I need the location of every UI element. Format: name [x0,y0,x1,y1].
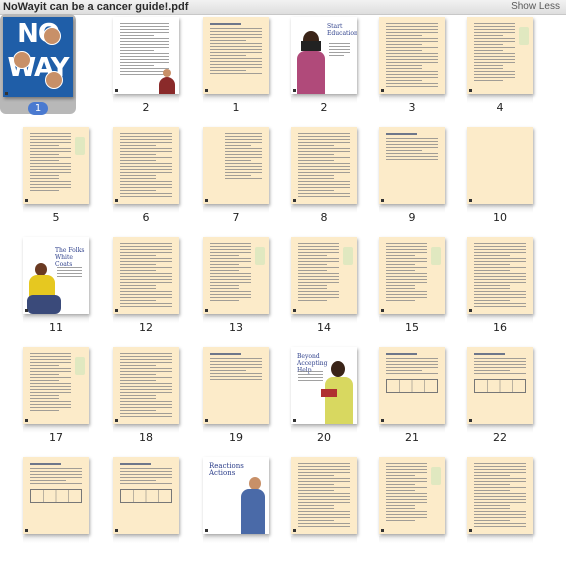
page-thumbnail[interactable]: 1 [180,17,270,127]
page-thumbnail[interactable]: 10 [444,127,534,237]
page-number-label: 8 [320,211,328,224]
page-preview[interactable] [203,127,269,204]
page-thumbnail[interactable]: 3 [356,17,446,127]
page-preview[interactable] [203,237,269,314]
page-thumbnail[interactable] [0,457,90,567]
page-preview[interactable] [113,237,179,314]
page-preview[interactable]: The Folks White Coats [23,237,89,314]
page-preview[interactable] [467,457,533,534]
page-number-label: 14 [317,321,331,334]
page-number-label: 17 [49,431,63,444]
page-thumbnail[interactable]: 21 [356,347,446,457]
page-preview[interactable] [467,17,533,94]
page-preview[interactable] [203,17,269,94]
page-thumbnail[interactable]: Reactions Actions [180,457,270,567]
page-preview[interactable] [23,127,89,204]
page-number-label: 15 [405,321,419,334]
show-less-button[interactable]: Show Less [511,1,560,12]
thumbnail-reflection [113,536,179,543]
page-thumbnail[interactable]: 15 [356,237,446,347]
page-title-folks: The Folks White Coats [55,247,85,268]
page-number-label: 21 [405,431,419,444]
page-thumbnail[interactable]: 19 [180,347,270,457]
page-thumbnail[interactable]: 2 [90,17,180,127]
page-number-label: 2 [320,101,328,114]
page-preview[interactable] [23,347,89,424]
page-thumbnail[interactable]: 9 [356,127,446,237]
page-thumbnail[interactable] [444,457,534,567]
page-number-label: 11 [49,321,63,334]
page-thumbnail[interactable]: 5 [0,127,90,237]
page-number-label: 16 [493,321,507,334]
page-preview[interactable] [23,457,89,534]
page-preview[interactable] [113,457,179,534]
page-thumbnail[interactable] [356,457,446,567]
page-number-label: 5 [52,211,60,224]
document-title: NoWayit can be a cancer guide!.pdf [3,1,189,13]
page-preview[interactable] [113,127,179,204]
page-number-label: 18 [139,431,153,444]
page-thumbnail[interactable]: 6 [90,127,180,237]
page-thumbnail[interactable]: 8 [268,127,358,237]
page-number-label: 1 [0,101,76,115]
page-number-label: 22 [493,431,507,444]
page-preview[interactable] [291,237,357,314]
page-preview[interactable] [291,127,357,204]
page-preview[interactable] [379,127,445,204]
page-thumbnail[interactable]: 22 [444,347,534,457]
page-preview[interactable]: Start Education [291,17,357,94]
page-thumbnail[interactable]: 14 [268,237,358,347]
window-titlebar: NoWayit can be a cancer guide!.pdf Show … [0,0,566,15]
thumbnail-reflection [203,536,269,543]
page-preview[interactable] [291,457,357,534]
page-thumbnail[interactable]: Start Education 2 [268,17,358,127]
page-preview[interactable] [113,347,179,424]
page-number-label: 20 [317,431,331,444]
thumbnail-reflection [467,536,533,543]
thumbnail-reflection [291,536,357,543]
page-preview[interactable] [113,17,179,94]
page-thumbnail[interactable]: 16 [444,237,534,347]
page-preview[interactable] [467,127,533,204]
page-number-label: 10 [493,211,507,224]
page-thumbnail[interactable]: NO WAY 1 [0,14,90,127]
thumbnail-grid: NO WAY 1 2 1 Start Education 2 3 4 5 6 7 8 9 10 The Fol… [0,14,566,543]
page-preview[interactable] [379,17,445,94]
page-number-label: 3 [408,101,416,114]
page-number-label: 13 [229,321,243,334]
page-preview[interactable]: Beyond Accepting Help [291,347,357,424]
page-number-label: 19 [229,431,243,444]
page-preview[interactable]: Reactions Actions [203,457,269,534]
page-number-label: 9 [408,211,416,224]
page-thumbnail[interactable] [268,457,358,567]
page-thumbnail[interactable]: 17 [0,347,90,457]
page-title-reactions: Reactions Actions [209,462,244,477]
page-number-label: 2 [142,101,150,114]
page-thumbnail[interactable]: 7 [180,127,270,237]
page-preview[interactable] [467,347,533,424]
page-number-label: 12 [139,321,153,334]
page-preview[interactable] [203,347,269,424]
page-thumbnail[interactable] [90,457,180,567]
page-thumbnail[interactable]: 13 [180,237,270,347]
page-thumbnail[interactable]: 12 [90,237,180,347]
page-preview[interactable] [379,457,445,534]
page-preview[interactable] [379,347,445,424]
page-number-label: 4 [496,101,504,114]
page-preview[interactable] [467,237,533,314]
thumbnail-reflection [23,536,89,543]
page-number-label: 6 [142,211,150,224]
page-thumbnail[interactable]: The Folks White Coats 11 [0,237,90,347]
page-preview[interactable] [379,237,445,314]
page-preview[interactable]: NO WAY [3,17,73,97]
page-thumbnail[interactable]: 4 [444,17,534,127]
page-thumbnail[interactable]: Beyond Accepting Help 20 [268,347,358,457]
thumbnail-reflection [379,536,445,543]
page-number-label: 7 [232,211,240,224]
page-title-start: Start Education [327,23,357,37]
page-number-label: 1 [232,101,240,114]
page-thumbnail[interactable]: 18 [90,347,180,457]
